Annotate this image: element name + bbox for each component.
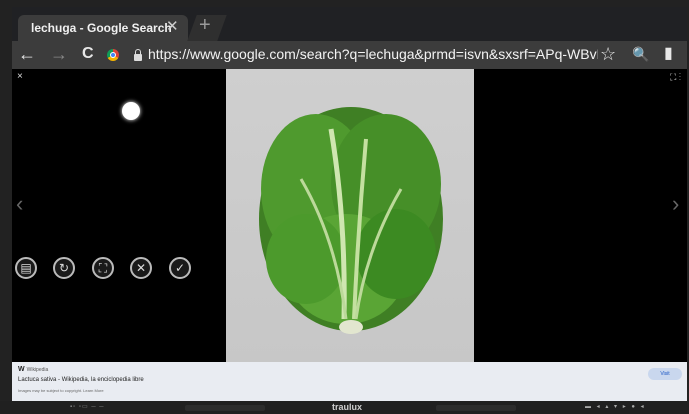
next-arrow-icon[interactable]: › xyxy=(672,191,679,217)
url-field[interactable]: https://www.google.com/search?q=lechuga&… xyxy=(148,46,598,62)
previous-arrow-icon[interactable]: ‹ xyxy=(16,191,23,217)
rotate-tool-icon[interactable]: ↻ xyxy=(53,257,75,279)
crop-tool-icon[interactable]: ⛶ xyxy=(92,257,114,279)
image-viewer: × ⛶ ⋮ ‹ › ▤ ↻ ⛶ ✕ ✓ xyxy=(12,69,687,362)
screen: lechuga - Google Search ✕ + ← → C https:… xyxy=(12,7,687,401)
tab-bar: lechuga - Google Search ✕ + xyxy=(12,7,687,41)
search-icon[interactable]: 🔍 xyxy=(632,44,649,64)
browser-tab[interactable]: lechuga - Google Search ✕ xyxy=(18,15,188,41)
bookmark-icon[interactable]: ▮ xyxy=(664,44,673,64)
tab-title: lechuga - Google Search xyxy=(31,21,172,35)
bezel-right-controls[interactable]: ▬ ◂ ▴ ▾ ▸ ● ◂ xyxy=(585,403,646,410)
back-arrow-icon[interactable]: ← xyxy=(18,44,36,64)
lettuce-photo[interactable] xyxy=(226,69,474,362)
lock-icon xyxy=(134,49,142,61)
viewer-menu-icon[interactable]: ⛶ ⋮ xyxy=(670,72,681,83)
bezel-left-controls[interactable]: ▪▫ ▫▭ ─ ─ xyxy=(70,403,105,410)
forward-arrow-icon[interactable]: → xyxy=(50,44,68,64)
brand-logo: traulux xyxy=(332,402,363,412)
star-icon[interactable]: ☆ xyxy=(600,44,616,64)
touch-cursor xyxy=(122,102,140,120)
visit-button[interactable]: Visit xyxy=(648,368,682,380)
chrome-icon xyxy=(107,49,119,61)
copyright-notice: Images may be subject to copyright. Lear… xyxy=(18,388,104,393)
confirm-tool-icon[interactable]: ✓ xyxy=(169,257,191,279)
result-info-bar: W Wikipedia Lactuca sativa - Wikipedia, l… xyxy=(12,362,687,401)
bezel-pad-right xyxy=(436,405,516,411)
tab-close-icon[interactable]: ✕ xyxy=(166,17,179,35)
bottom-bezel: ▪▫ ▫▭ ─ ─ traulux ▬ ◂ ▴ ▾ ▸ ● ◂ xyxy=(0,401,689,414)
result-title[interactable]: Lactuca sativa - Wikipedia, la enciclope… xyxy=(18,377,144,383)
browser-toolbar: ← → C https://www.google.com/search?q=le… xyxy=(12,41,687,69)
reload-icon[interactable]: C xyxy=(82,44,94,64)
wikipedia-icon: W xyxy=(18,366,25,373)
close-icon[interactable]: × xyxy=(17,71,23,82)
bezel-pad-left xyxy=(185,405,265,411)
lettuce-image xyxy=(259,107,443,334)
screenshot-tool-icon[interactable]: ▤ xyxy=(15,257,37,279)
cancel-tool-icon[interactable]: ✕ xyxy=(130,257,152,279)
result-source: W Wikipedia xyxy=(18,366,48,373)
result-source-label: Wikipedia xyxy=(26,367,49,373)
plus-icon[interactable]: + xyxy=(199,15,211,35)
